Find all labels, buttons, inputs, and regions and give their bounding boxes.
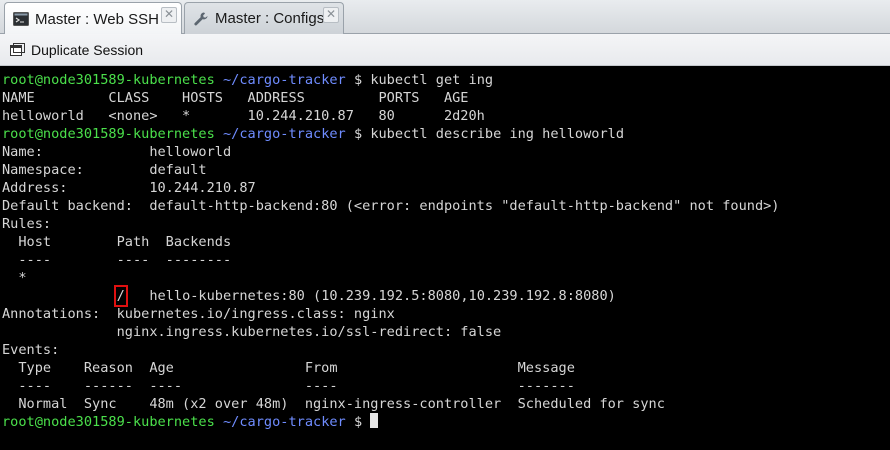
close-icon[interactable]: ✕: [161, 7, 177, 23]
duplicate-session-label: Duplicate Session: [31, 41, 144, 58]
toolbar: Duplicate Session: [0, 34, 890, 66]
terminal-icon: [13, 11, 29, 27]
duplicate-window-icon: [10, 43, 25, 56]
command-text: kubectl get ing: [370, 72, 494, 88]
tab-web-ssh-label: Master : Web SSH: [35, 10, 159, 28]
tab-web-ssh[interactable]: Master : Web SSH ✕: [4, 2, 182, 35]
output-line: Normal Sync 48m (x2 over 48m) nginx-ingr…: [2, 396, 665, 412]
prompt-line: root@node301589-kubernetes ~/cargo-track…: [2, 72, 494, 88]
cursor: [370, 413, 379, 428]
terminal-output[interactable]: root@node301589-kubernetes ~/cargo-track…: [2, 71, 888, 450]
prompt-line: root@node301589-kubernetes ~/cargo-track…: [2, 126, 625, 142]
wrench-icon: [193, 11, 209, 27]
tab-bar: Master : Web SSH ✕ Master : Configs ✕: [0, 0, 890, 35]
output-line: Host Path Backends: [2, 234, 232, 250]
output-line: *: [2, 270, 27, 286]
close-icon[interactable]: ✕: [323, 7, 339, 23]
output-line: Events:: [2, 342, 60, 358]
prompt-line: root@node301589-kubernetes ~/cargo-track…: [2, 413, 888, 431]
output-line: Type Reason Age From Message: [2, 360, 575, 376]
output-line: Name: helloworld: [2, 144, 232, 160]
tab-configs[interactable]: Master : Configs ✕: [184, 2, 344, 34]
path-rule-line: / hello-kubernetes:80 (10.239.192.5:8080…: [2, 285, 888, 307]
output-line: Rules:: [2, 216, 52, 232]
path-backend: hello-kubernetes:80 (10.239.192.5:8080,1…: [149, 288, 616, 304]
output-line: nginx.ingress.kubernetes.io/ssl-redirect…: [2, 324, 502, 340]
output-line: ---- ------ ---- ---- -------: [2, 378, 575, 394]
output-line: Address: 10.244.210.87: [2, 180, 256, 196]
output-line: Namespace: default: [2, 162, 207, 178]
output-line: Default backend: default-http-backend:80…: [2, 198, 780, 214]
duplicate-session-button[interactable]: Duplicate Session: [10, 42, 143, 58]
output-line: Annotations: kubernetes.io/ingress.class…: [2, 306, 395, 322]
tab-configs-label: Master : Configs: [215, 10, 325, 27]
table-row: helloworld <none> * 10.244.210.87 80 2d2…: [2, 108, 485, 124]
highlighted-path: /: [113, 285, 128, 307]
table-header: NAME CLASS HOSTS ADDRESS PORTS AGE: [2, 90, 469, 106]
command-text: kubectl describe ing helloworld: [370, 126, 625, 142]
output-line: ---- ---- --------: [2, 252, 232, 268]
